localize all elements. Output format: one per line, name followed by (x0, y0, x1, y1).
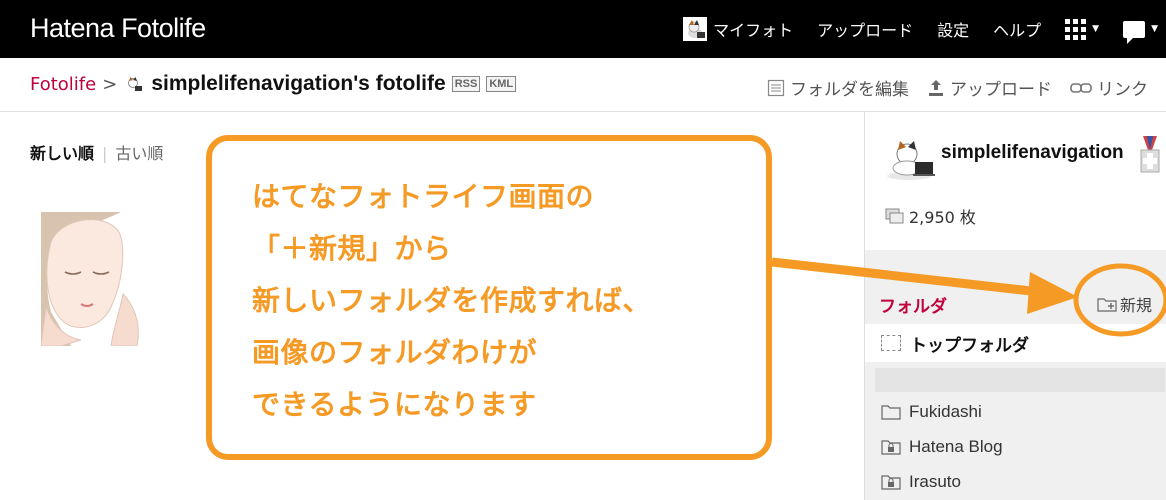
top-folder-item[interactable]: トップフォルダ (865, 324, 1166, 362)
notifications-menu-button[interactable]: ▼ (1123, 20, 1158, 44)
sort-newest[interactable]: 新しい順 (30, 144, 94, 163)
rss-badge[interactable]: RSS (451, 76, 481, 92)
top-folder-label: トップフォルダ (910, 335, 1029, 356)
profile-name[interactable]: simplelifenavigation (941, 142, 1141, 164)
upload-button[interactable]: アップロード (927, 75, 1052, 100)
sort-oldest[interactable]: 古い順 (115, 144, 163, 163)
photo-count-label: 2,950 枚 (909, 208, 976, 227)
page-actions: フォルダを編集 アップロード リンク (767, 75, 1166, 100)
dashed-folder-icon (881, 335, 901, 351)
upload-icon (929, 79, 943, 96)
annotation-callout: はてなフォトライフ画面の 「＋新規」から 新しいフォルダを作成すれば、 画像のフ… (206, 135, 772, 460)
link-button[interactable]: リンク (1070, 75, 1148, 100)
folder-icon (881, 405, 901, 420)
folder-item-label: Fukidashi (909, 402, 982, 421)
chevron-down-icon: ▼ (1092, 24, 1100, 34)
folder-item-label: Irasuto (909, 472, 961, 491)
my-photo-link[interactable]: マイフォト (683, 17, 793, 41)
callout-text: はてなフォトライフ画面の 「＋新規」から 新しいフォルダを作成すれば、 画像のフ… (252, 171, 651, 431)
callout-line: 「＋新規」から (252, 232, 452, 265)
folder-item[interactable]: Hatena Blog (881, 437, 1003, 457)
sort-divider: | (102, 144, 108, 163)
sidebar: simplelifenavigation 2,950 枚 フォルダ 新規 トップ… (864, 112, 1166, 500)
cat-avatar-icon[interactable] (885, 138, 937, 182)
global-nav: マイフォト アップロード 設定 ヘルプ ▼ ▼ (683, 0, 1166, 58)
chevron-down-icon: ▼ (1151, 24, 1158, 34)
breadcrumb: Fotolife > simplelifenavigation's fotoli… (30, 72, 517, 96)
breadcrumb-separator: > (102, 73, 118, 95)
speech-bubble-icon (1123, 20, 1146, 44)
upload-label: アップロード (950, 80, 1052, 100)
user-avatar-icon (683, 17, 708, 41)
edit-folder-label: フォルダを編集 (790, 80, 909, 100)
cat-avatar-icon (125, 75, 143, 93)
settings-nav-link[interactable]: 設定 (937, 17, 969, 41)
sub-header: Fotolife > simplelifenavigation's fotoli… (0, 58, 1166, 112)
help-nav-link[interactable]: ヘルプ (993, 17, 1041, 41)
page: Hatena Fotolife マイフォト アップロード 設定 ヘルプ ▼ ▼ … (0, 0, 1166, 500)
folder-item[interactable]: Fukidashi (881, 402, 982, 422)
locked-folder-icon (881, 475, 901, 490)
new-folder-button[interactable]: 新規 (1097, 292, 1152, 316)
link-label: リンク (1097, 80, 1148, 100)
hatena-fotolife-logo[interactable]: Hatena Fotolife (30, 13, 206, 44)
kml-badge[interactable]: KML (486, 76, 517, 92)
breadcrumb-fotolife-link[interactable]: Fotolife (30, 74, 96, 95)
sort-toggle: 新しい順 | 古い順 (30, 140, 163, 164)
photo-count: 2,950 枚 (885, 204, 976, 228)
list-icon (767, 79, 785, 96)
profile-card: simplelifenavigation 2,950 枚 (865, 112, 1166, 250)
page-title: simplelifenavigation's fotolife (151, 72, 446, 95)
folder-item[interactable]: Irasuto (881, 472, 961, 492)
medal-icon (1138, 136, 1162, 174)
folder-panel: フォルダ 新規 トップフォルダ Fukidashi Hatena Blog Ir… (865, 250, 1166, 500)
my-photo-label: マイフォト (713, 21, 794, 40)
photo-thumbnail[interactable] (41, 212, 153, 346)
top-nav-bar: Hatena Fotolife マイフォト アップロード 設定 ヘルプ ▼ ▼ (0, 0, 1166, 58)
folder-plus-icon (1097, 298, 1117, 312)
grid-icon (1065, 18, 1087, 40)
new-folder-label: 新規 (1120, 296, 1153, 315)
locked-folder-icon (881, 440, 901, 455)
folder-item-label: Hatena Blog (909, 437, 1003, 456)
callout-line: 画像のフォルダわけが (252, 336, 538, 369)
edit-folder-button[interactable]: フォルダを編集 (767, 75, 909, 100)
upload-nav-link[interactable]: アップロード (817, 17, 913, 41)
callout-line: はてなフォトライフ画面の (252, 180, 595, 213)
photos-icon (885, 208, 904, 224)
empty-row (875, 368, 1165, 392)
callout-line: できるようになります (252, 388, 537, 421)
apps-menu-button[interactable]: ▼ (1065, 18, 1100, 40)
link-icon (1070, 82, 1092, 93)
callout-line: 新しいフォルダを作成すれば、 (252, 284, 652, 317)
folder-heading: フォルダ (879, 297, 947, 317)
